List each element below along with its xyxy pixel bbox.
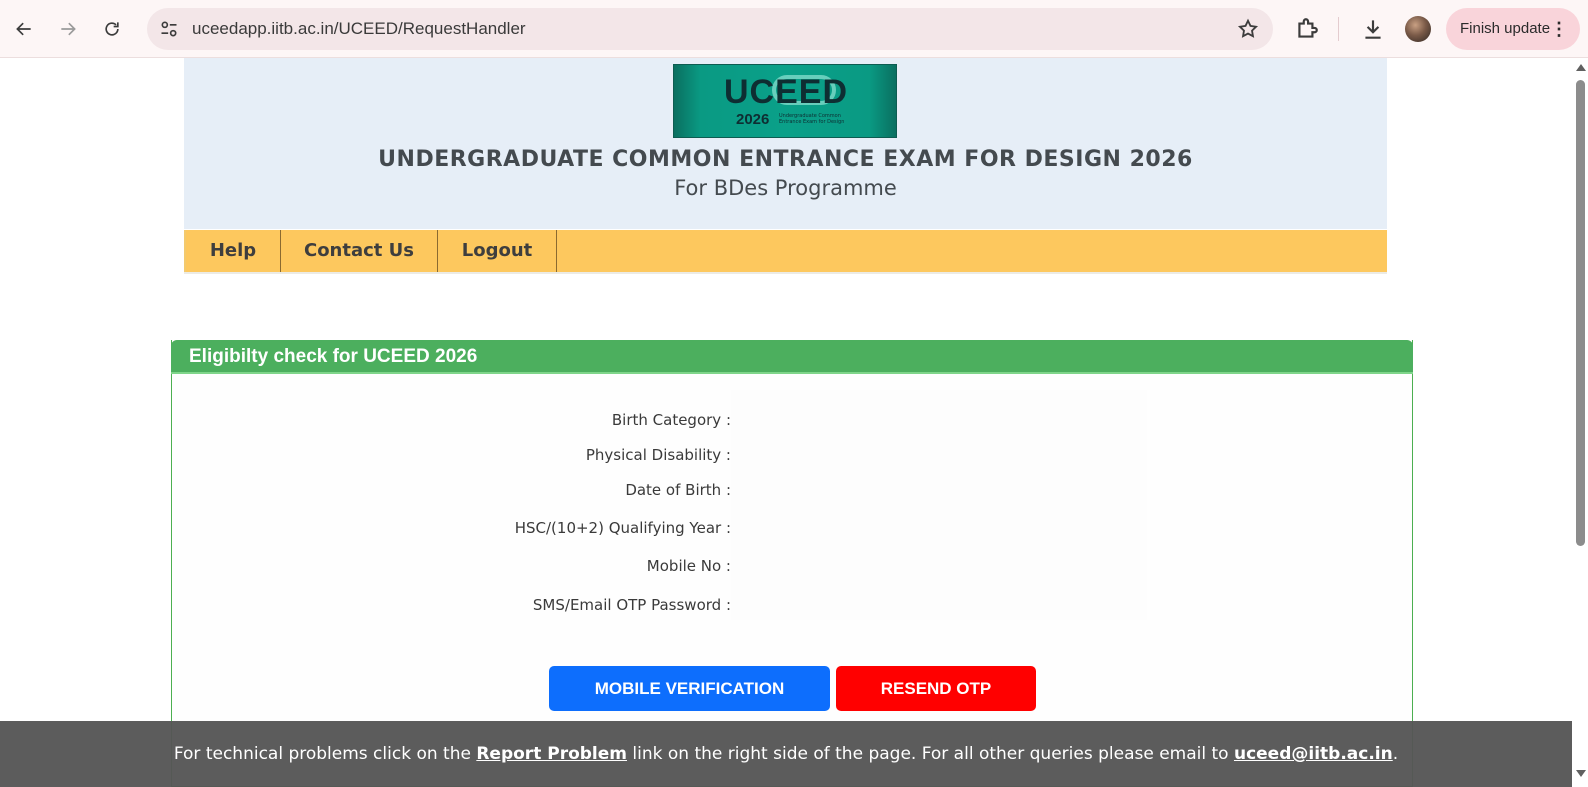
profile-avatar[interactable]: [1405, 16, 1431, 42]
physical-disability-label: Physical Disability :: [585, 446, 731, 464]
bookmark-star-icon[interactable]: [1237, 18, 1259, 40]
footer-text-part-3: .: [1392, 744, 1399, 764]
scroll-thumb[interactable]: [1576, 80, 1585, 546]
back-icon[interactable]: [8, 13, 40, 45]
footer-text-part-1: For technical problems click on the: [173, 744, 477, 764]
download-icon[interactable]: [1360, 16, 1386, 42]
reload-icon[interactable]: [96, 13, 128, 45]
field-values-area: [731, 390, 1147, 620]
mobile-no-label: Mobile No :: [646, 557, 731, 575]
scroll-up-arrow-icon[interactable]: [1576, 64, 1586, 71]
logo-year: 2026: [736, 111, 770, 128]
date-of-birth-label: Date of Birth :: [625, 481, 731, 499]
logo-tagline: Undergraduate Common Entrance Exam for D…: [779, 113, 845, 125]
scroll-down-arrow-icon[interactable]: [1576, 770, 1586, 777]
page-scrollbar[interactable]: [1572, 58, 1588, 787]
toolbar-divider: [1338, 17, 1339, 41]
report-problem-link[interactable]: Report Problem: [476, 744, 627, 764]
extensions-icon[interactable]: [1294, 16, 1320, 42]
resend-otp-button[interactable]: RESEND OTP: [836, 666, 1036, 711]
footer-text: For technical problems click on the Repo…: [0, 721, 1572, 787]
otp-password-label: SMS/Email OTP Password :: [532, 596, 731, 614]
qualifying-year-label: HSC/(10+2) Qualifying Year :: [514, 519, 731, 537]
logo-text: UCEED: [724, 73, 849, 111]
finish-update-label: Finish update: [1460, 20, 1551, 37]
footer-notice: For technical problems click on the Repo…: [0, 721, 1572, 787]
support-email-link[interactable]: uceed@iitb.ac.in: [1234, 744, 1393, 764]
forward-icon[interactable]: [52, 13, 84, 45]
birth-category-label: Birth Category :: [611, 411, 731, 429]
mobile-verification-button[interactable]: MOBILE VERIFICATION: [549, 666, 830, 711]
more-menu-icon[interactable]: ⋮: [1550, 8, 1568, 50]
finish-update-button[interactable]: Finish update ⋮: [1446, 8, 1580, 50]
footer-text-part-2: link on the right side of the page. For …: [627, 744, 1234, 764]
